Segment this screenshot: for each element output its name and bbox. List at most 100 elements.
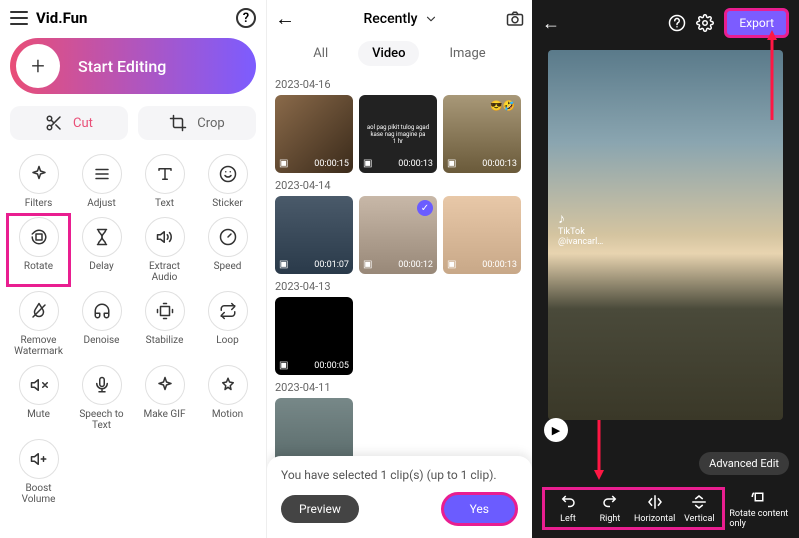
- rotate-toolbar: Left Right Horizontal Vertical Rotate co…: [532, 479, 799, 538]
- flip-v-icon: [690, 493, 708, 511]
- smile-icon: [219, 165, 237, 183]
- header-left: Vid.Fun: [10, 9, 87, 27]
- stabilize-icon: [156, 302, 174, 320]
- video-icon: ▣: [447, 158, 456, 169]
- tool-boost-volume[interactable]: Boost Volume: [10, 439, 67, 505]
- export-button[interactable]: Export: [724, 8, 789, 38]
- sparkle-icon: [30, 165, 48, 183]
- yes-button[interactable]: Yes: [441, 492, 518, 526]
- rotate-right-icon: [601, 493, 619, 511]
- header: Vid.Fun ?: [10, 8, 256, 28]
- tool-speed[interactable]: Speed: [199, 217, 256, 283]
- speed-icon: [219, 228, 237, 246]
- gallery-panel: ← Recently All Video Image 2023-04-16 ▣0…: [266, 0, 532, 538]
- help-icon[interactable]: ?: [236, 8, 256, 28]
- tool-delay[interactable]: Delay: [73, 217, 130, 283]
- mute-icon: [30, 376, 48, 394]
- gallery-header: ← Recently: [275, 6, 524, 31]
- hourglass-icon: [93, 228, 111, 246]
- tool-grid: Filters Adjust Text Sticker Rotate Delay…: [10, 154, 256, 505]
- app-title: Vid.Fun: [36, 9, 87, 27]
- motion-icon: [219, 376, 237, 394]
- date-label: 2023-04-16: [275, 78, 524, 91]
- tool-sticker[interactable]: Sticker: [199, 154, 256, 209]
- start-editing-button[interactable]: + Start Editing: [10, 38, 256, 94]
- rotate-content-only-button[interactable]: Rotate content only: [729, 488, 789, 529]
- video-thumb[interactable]: ▣00:00:13: [443, 196, 521, 274]
- recently-dropdown[interactable]: Recently: [364, 11, 438, 27]
- video-icon: ▣: [279, 259, 288, 270]
- start-editing-label: Start Editing: [78, 57, 166, 76]
- rotate-right-button[interactable]: Right: [592, 493, 628, 524]
- media-tabs: All Video Image: [275, 41, 524, 66]
- play-button[interactable]: ▶: [544, 418, 568, 442]
- date-label: 2023-04-13: [275, 280, 524, 293]
- video-thumb[interactable]: ▣00:00:13: [443, 95, 521, 173]
- volume-up-icon: [30, 450, 48, 468]
- crop-button[interactable]: Crop: [138, 106, 256, 140]
- thumb-row: ▣00:00:15 ▣00:00:13 ▣00:00:13: [275, 95, 524, 173]
- plus-icon: +: [16, 44, 60, 88]
- date-label: 2023-04-14: [275, 179, 524, 192]
- audio-icon: [156, 228, 174, 246]
- tab-video[interactable]: Video: [358, 41, 419, 66]
- recently-label: Recently: [364, 11, 418, 27]
- gif-icon: [156, 376, 174, 394]
- selected-check-icon: ✓: [417, 200, 433, 216]
- back-icon[interactable]: ←: [542, 13, 560, 34]
- preview-button[interactable]: Preview: [281, 495, 359, 523]
- tool-rotate[interactable]: Rotate: [10, 217, 67, 283]
- scissors-icon: [45, 114, 63, 132]
- video-thumb[interactable]: ✓▣00:00:12: [359, 196, 437, 274]
- arrow-annotation: [592, 420, 606, 480]
- tool-denoise[interactable]: Denoise: [73, 291, 130, 357]
- cut-label: Cut: [73, 116, 93, 131]
- tool-text[interactable]: Text: [136, 154, 193, 209]
- video-thumb[interactable]: ▣00:01:07: [275, 196, 353, 274]
- video-preview[interactable]: ♪ TikTok @ivancarl…: [548, 50, 783, 420]
- video-thumb[interactable]: ▣00:00:05: [275, 297, 353, 375]
- droplet-icon: [30, 302, 48, 320]
- header-right: Export: [668, 8, 789, 38]
- editor-header: ← Export: [532, 0, 799, 46]
- home-panel: Vid.Fun ? + Start Editing Cut Crop Filte…: [0, 0, 266, 538]
- video-thumb[interactable]: ▣00:00:13: [359, 95, 437, 173]
- settings-icon[interactable]: [696, 14, 714, 32]
- crop-label: Crop: [197, 116, 224, 131]
- tool-motion[interactable]: Motion: [199, 365, 256, 431]
- tool-stabilize[interactable]: Stabilize: [136, 291, 193, 357]
- date-label: 2023-04-11: [275, 381, 524, 394]
- cut-button[interactable]: Cut: [10, 106, 128, 140]
- selection-text: You have selected 1 clip(s) (up to 1 cli…: [281, 468, 518, 482]
- tab-all[interactable]: All: [299, 41, 342, 66]
- video-icon: ▣: [279, 158, 288, 169]
- tool-filters[interactable]: Filters: [10, 154, 67, 209]
- tool-speech-to-text[interactable]: Speech to Text: [73, 365, 130, 431]
- tool-mute[interactable]: Mute: [10, 365, 67, 431]
- tool-adjust[interactable]: Adjust: [73, 154, 130, 209]
- menu-icon[interactable]: [10, 11, 28, 25]
- tool-extract-audio[interactable]: Extract Audio: [136, 217, 193, 283]
- back-icon[interactable]: ←: [275, 6, 295, 31]
- advanced-edit-button[interactable]: Advanced Edit: [699, 452, 789, 475]
- tool-loop[interactable]: Loop: [199, 291, 256, 357]
- video-thumb[interactable]: ▣00:00:15: [275, 95, 353, 173]
- help-icon[interactable]: [668, 14, 686, 32]
- tab-image[interactable]: Image: [435, 41, 499, 66]
- rotate-content-icon: [750, 488, 768, 506]
- headphones-icon: [93, 302, 111, 320]
- video-icon: ▣: [279, 360, 288, 371]
- chevron-down-icon: [424, 12, 438, 26]
- mic-icon: [93, 376, 111, 394]
- flip-vertical-button[interactable]: Vertical: [681, 493, 717, 524]
- camera-icon[interactable]: [506, 10, 524, 28]
- video-icon: ▣: [363, 158, 372, 169]
- rotate-left-button[interactable]: Left: [550, 493, 586, 524]
- sheet-buttons: Preview Yes: [281, 492, 518, 526]
- flip-horizontal-button[interactable]: Horizontal: [634, 493, 675, 524]
- rotate-left-icon: [559, 493, 577, 511]
- video-icon: ▣: [363, 259, 372, 270]
- tool-remove-watermark[interactable]: Remove Watermark: [10, 291, 67, 357]
- tool-make-gif[interactable]: Make GIF: [136, 365, 193, 431]
- rotate-icon: [30, 228, 48, 246]
